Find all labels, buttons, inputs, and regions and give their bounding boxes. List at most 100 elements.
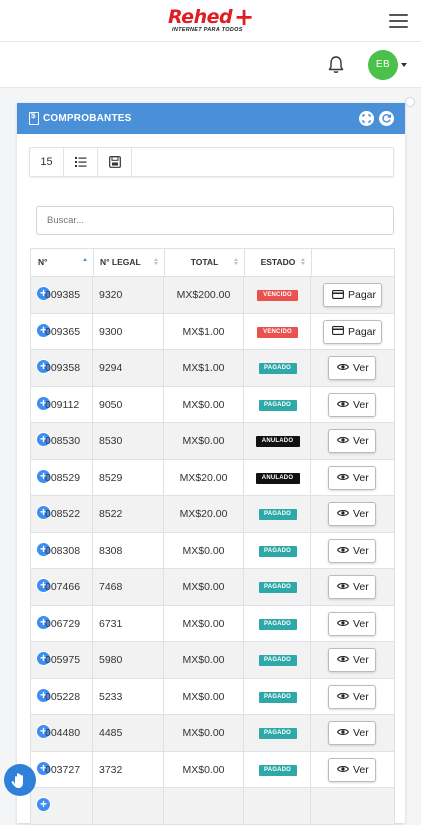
cell-total: MX$1.00 xyxy=(164,313,244,350)
cell-action: Ver xyxy=(311,496,394,532)
cell-legal: 3732 xyxy=(93,751,164,788)
cell-total: MX$20.00 xyxy=(164,459,244,496)
bell-icon[interactable] xyxy=(327,55,345,75)
cell-num: +005975 xyxy=(31,642,93,678)
cell-action: Ver xyxy=(311,423,394,459)
eye-icon xyxy=(337,364,349,371)
cell-total: MX$0.00 xyxy=(164,605,244,642)
cell-num: +003727 xyxy=(31,751,93,788)
cell-total xyxy=(164,788,244,824)
table-toolbar: 15 xyxy=(29,147,394,177)
status-badge: ANULADO xyxy=(255,436,300,447)
table-row: +008308 8308 MX$0.00 PAGADO Ver xyxy=(30,532,395,569)
cell-estado: PAGADO xyxy=(244,496,311,532)
cell-action: Ver xyxy=(311,715,394,751)
cell-num: +009358 xyxy=(31,350,93,386)
cell-action: Ver xyxy=(311,569,394,605)
status-badge: VENCIDO xyxy=(257,290,298,301)
view-button[interactable]: Ver xyxy=(328,575,376,599)
col-header-num[interactable]: N° xyxy=(31,249,94,276)
cell-legal: 9050 xyxy=(93,386,164,423)
sort-icon xyxy=(234,258,239,267)
cell-total: MX$0.00 xyxy=(164,386,244,423)
cell-total: MX$0.00 xyxy=(164,532,244,569)
view-button[interactable]: Ver xyxy=(328,392,376,417)
cell-action: Ver xyxy=(311,606,394,642)
status-badge: VENCIDO xyxy=(257,326,298,338)
cell-total: MX$0.00 xyxy=(164,423,244,459)
cell-action: Ver xyxy=(311,460,394,496)
cell-estado: PAGADO xyxy=(244,350,311,386)
logo-tagline: INTERNET PARA TODOS xyxy=(172,27,243,33)
hamburger-menu-icon[interactable] xyxy=(389,14,408,28)
cell-num: +009112 xyxy=(31,386,93,423)
view-button[interactable]: Ver xyxy=(328,538,376,563)
expand-icon xyxy=(362,114,371,123)
col-header-estado[interactable]: ESTADO xyxy=(245,249,312,276)
view-button[interactable]: Ver xyxy=(328,611,376,636)
pay-button[interactable]: Pagar xyxy=(323,319,382,344)
cell-legal: 9320 xyxy=(93,277,164,313)
cell-action: Ver xyxy=(311,533,394,569)
cell-total: MX$0.00 xyxy=(164,678,244,715)
cell-total: MX$0.00 xyxy=(164,569,244,605)
cell-estado: VENCIDO xyxy=(244,313,311,350)
cell-num: +008522 xyxy=(31,496,93,532)
list-icon xyxy=(74,157,86,167)
col-header-total[interactable]: TOTAL xyxy=(165,249,245,276)
export-button[interactable] xyxy=(98,148,132,176)
view-button[interactable]: Ver xyxy=(328,684,376,709)
refresh-icon xyxy=(382,114,392,123)
col-header-legal[interactable]: N° LEGAL xyxy=(94,249,165,276)
table-row: + xyxy=(30,788,395,825)
view-button[interactable]: Ver xyxy=(328,429,376,453)
cell-num: +008529 xyxy=(31,459,93,496)
cell-estado: PAGADO xyxy=(244,605,311,642)
table-row: +009385 9320 MX$200.00 VENCIDO Pagar xyxy=(30,277,395,314)
view-button[interactable]: Ver xyxy=(328,757,376,782)
view-button[interactable]: Ver xyxy=(328,648,376,672)
user-avatar[interactable]: EB xyxy=(368,50,398,80)
cell-estado: PAGADO xyxy=(244,715,311,751)
rehed-logo[interactable]: Rehed + INTERNET PARA TODOS xyxy=(168,5,258,36)
refresh-button[interactable] xyxy=(379,111,394,126)
table-row: +009358 9294 MX$1.00 PAGADO Ver xyxy=(30,350,395,387)
view-button[interactable]: Ver xyxy=(328,465,376,490)
view-button[interactable]: Ver xyxy=(328,721,376,745)
cell-legal: 8530 xyxy=(93,423,164,459)
status-badge: PAGADO xyxy=(258,399,297,411)
cell-num: +005228 xyxy=(31,678,93,715)
help-fab-button[interactable] xyxy=(4,764,36,796)
user-menu-caret-icon[interactable] xyxy=(401,63,407,67)
table-row: +004480 4485 MX$0.00 PAGADO Ver xyxy=(30,715,395,752)
table-row: +008522 8522 MX$20.00 PAGADO Ver xyxy=(30,496,395,533)
status-badge: PAGADO xyxy=(258,363,297,374)
eye-icon xyxy=(337,729,349,736)
table-row: +007466 7468 MX$0.00 PAGADO Ver xyxy=(30,569,395,606)
cell-action: Ver xyxy=(311,642,394,678)
columns-button[interactable] xyxy=(64,148,98,176)
fullscreen-button[interactable] xyxy=(359,111,374,126)
view-button[interactable]: Ver xyxy=(328,502,376,526)
cell-legal: 7468 xyxy=(93,569,164,605)
page-size-button[interactable]: 15 xyxy=(30,148,64,176)
cell-legal: 9300 xyxy=(93,313,164,350)
status-badge: ANULADO xyxy=(255,472,300,484)
sort-icon xyxy=(154,258,159,267)
cell-estado: ANULADO xyxy=(244,423,311,459)
search-input[interactable] xyxy=(36,206,394,235)
cell-total: MX$0.00 xyxy=(164,642,244,678)
cell-legal: 8529 xyxy=(93,459,164,496)
cell-estado xyxy=(244,788,311,824)
cell-estado: PAGADO xyxy=(244,569,311,605)
eye-icon xyxy=(337,473,349,480)
table-row: +003727 3732 MX$0.00 PAGADO Ver xyxy=(30,751,395,788)
status-badge: PAGADO xyxy=(258,691,297,703)
comprobantes-card: COMPROBANTES 15 xyxy=(17,103,405,825)
view-button[interactable]: Ver xyxy=(328,356,376,380)
eye-icon xyxy=(337,656,349,663)
cell-action: Ver xyxy=(311,350,394,386)
cell-estado: ANULADO xyxy=(244,459,311,496)
status-badge: PAGADO xyxy=(258,764,297,776)
pay-button[interactable]: Pagar xyxy=(323,283,382,307)
